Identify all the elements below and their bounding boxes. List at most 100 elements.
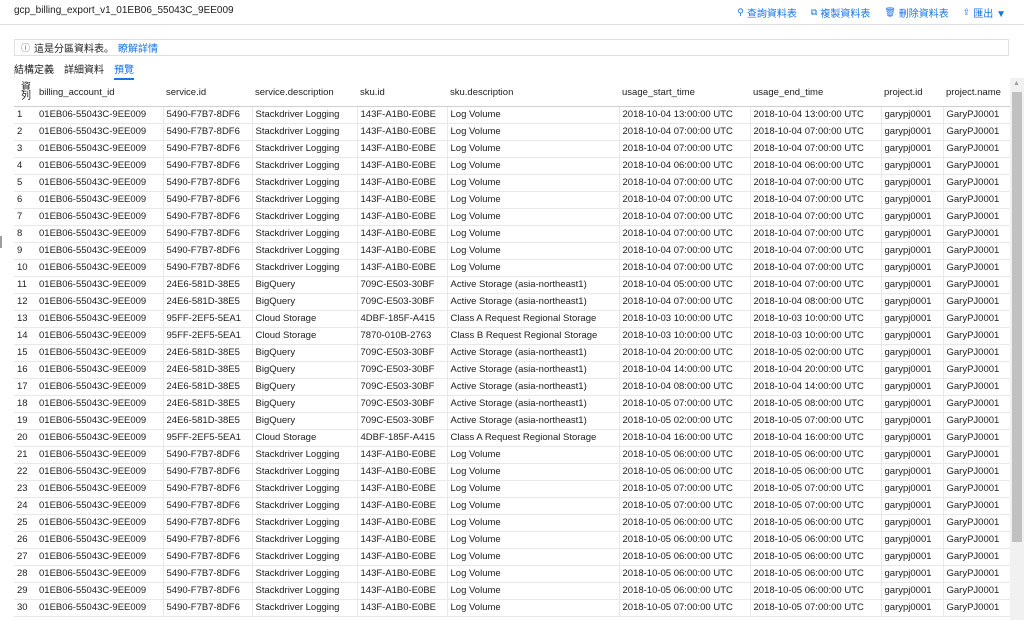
table-cell: 01EB06-55043C-9EE009 — [36, 378, 164, 396]
table-cell: 01EB06-55043C-9EE009 — [36, 191, 164, 209]
table-cell: 01EB06-55043C-9EE009 — [36, 565, 164, 583]
table-cell: 709C-E503-30BF — [357, 412, 448, 430]
table-cell: GaryPJ0001 — [943, 157, 1010, 175]
trash-icon: 🗑 — [884, 7, 896, 17]
table-cell: 2018-10-04 07:00:00 UTC — [619, 208, 751, 226]
table-cell: GaryPJ0001 — [943, 429, 1010, 447]
table-cell: 2018-10-04 07:00:00 UTC — [619, 242, 751, 260]
table-cell: 2018-10-05 07:00:00 UTC — [750, 497, 882, 515]
table-cell: 143F-A1B0-E0BE — [357, 565, 448, 583]
table-row: 13 01EB06-55043C-9EE009 95FF-2EF5-5EA1 Clou… — [14, 310, 1010, 328]
panel-resize-handle[interactable] — [0, 236, 2, 248]
preview-grid: 資列 billing_account_id service.id service.de… — [14, 78, 1010, 620]
table-cell: 5490-F7B7-8DF6 — [163, 480, 253, 498]
table-cell: 5490-F7B7-8DF6 — [163, 599, 253, 617]
query-table-button[interactable]: ⚲ 查詢資料表 — [737, 5, 797, 20]
table-cell: 01EB06-55043C-9EE009 — [36, 548, 164, 566]
row-number: 6 — [14, 191, 36, 209]
table-cell: 2018-10-04 16:00:00 UTC — [619, 429, 751, 447]
table-cell: GaryPJ0001 — [943, 293, 1010, 311]
table-cell: 24E6-581D-38E5 — [163, 378, 253, 396]
table-cell: 5490-F7B7-8DF6 — [163, 446, 253, 464]
export-button[interactable]: ⇪ 匯出 ▼ — [963, 5, 1006, 20]
table-cell: GaryPJ0001 — [943, 599, 1010, 617]
table-cell: 5490-F7B7-8DF6 — [163, 123, 253, 141]
table-cell: 2018-10-04 07:00:00 UTC — [619, 140, 751, 158]
table-cell: 5490-F7B7-8DF6 — [163, 225, 253, 243]
table-cell: BigQuery — [252, 395, 358, 413]
table-cell: Stackdriver Logging — [252, 140, 358, 158]
table-cell: Stackdriver Logging — [252, 582, 358, 600]
scrollbar-thumb[interactable] — [1012, 92, 1022, 542]
delete-table-button[interactable]: 🗑 刪除資料表 — [884, 5, 948, 20]
table-cell: garypj0001 — [881, 361, 944, 379]
table-cell: 2018-10-04 20:00:00 UTC — [619, 344, 751, 362]
table-cell: 2018-10-05 02:00:00 UTC — [619, 412, 751, 430]
row-number: 1 — [14, 106, 36, 124]
table-cell: garypj0001 — [881, 106, 944, 124]
table-cell: GaryPJ0001 — [943, 344, 1010, 362]
table-cell: garypj0001 — [881, 276, 944, 294]
row-number: 11 — [14, 276, 36, 294]
vertical-scrollbar[interactable]: ▲ — [1010, 78, 1024, 620]
table-cell: garypj0001 — [881, 446, 944, 464]
table-cell: 5490-F7B7-8DF6 — [163, 531, 253, 549]
table-row: 14 01EB06-55043C-9EE009 95FF-2EF5-5EA1 Clou… — [14, 327, 1010, 345]
table-cell: 2018-10-04 07:00:00 UTC — [619, 259, 751, 277]
column-header-usage-end-time: usage_end_time — [750, 78, 881, 107]
table-cell: GaryPJ0001 — [943, 225, 1010, 243]
table-cell: garypj0001 — [881, 497, 944, 515]
table-cell: Log Volume — [447, 140, 620, 158]
table-cell: 143F-A1B0-E0BE — [357, 463, 448, 481]
row-number: 15 — [14, 344, 36, 362]
table-cell: 143F-A1B0-E0BE — [357, 157, 448, 175]
table-cell: 24E6-581D-38E5 — [163, 395, 253, 413]
table-cell: GaryPJ0001 — [943, 191, 1010, 209]
table-cell: 01EB06-55043C-9EE009 — [36, 429, 164, 447]
table-row: 12 01EB06-55043C-9EE009 24E6-581D-38E5 BigQ… — [14, 293, 1010, 311]
table-cell: Class B Request Regional Storage — [447, 327, 620, 345]
table-cell: garypj0001 — [881, 310, 944, 328]
row-number: 18 — [14, 395, 36, 413]
table-cell: 2018-10-04 06:00:00 UTC — [619, 157, 751, 175]
table-cell: Stackdriver Logging — [252, 259, 358, 277]
table-cell: garypj0001 — [881, 344, 944, 362]
table-cell: 2018-10-05 06:00:00 UTC — [619, 531, 751, 549]
scroll-up-icon[interactable]: ▲ — [1013, 80, 1020, 87]
table-cell: 2018-10-05 07:00:00 UTC — [750, 480, 882, 498]
row-number: 10 — [14, 259, 36, 277]
table-cell: 143F-A1B0-E0BE — [357, 548, 448, 566]
preview-table: 資列 billing_account_id service.id service.de… — [14, 78, 1010, 617]
table-cell: Stackdriver Logging — [252, 242, 358, 260]
table-cell: garypj0001 — [881, 259, 944, 277]
table-cell: Class A Request Regional Storage — [447, 429, 620, 447]
table-cell: 01EB06-55043C-9EE009 — [36, 497, 164, 515]
table-cell: 143F-A1B0-E0BE — [357, 259, 448, 277]
table-cell: Log Volume — [447, 480, 620, 498]
table-cell: Stackdriver Logging — [252, 191, 358, 209]
table-cell: BigQuery — [252, 344, 358, 362]
row-number: 28 — [14, 565, 36, 583]
table-cell: 01EB06-55043C-9EE009 — [36, 242, 164, 260]
table-cell: 2018-10-04 14:00:00 UTC — [619, 361, 751, 379]
table-cell: 2018-10-05 06:00:00 UTC — [619, 565, 751, 583]
table-cell: BigQuery — [252, 293, 358, 311]
table-cell: 01EB06-55043C-9EE009 — [36, 344, 164, 362]
table-cell: 143F-A1B0-E0BE — [357, 191, 448, 209]
column-header-service-description: service.description — [252, 78, 357, 107]
table-cell: Stackdriver Logging — [252, 208, 358, 226]
table-cell: 2018-10-03 10:00:00 UTC — [619, 310, 751, 328]
table-cell: 2018-10-05 06:00:00 UTC — [750, 446, 882, 464]
table-cell: 143F-A1B0-E0BE — [357, 106, 448, 124]
table-cell: GaryPJ0001 — [943, 310, 1010, 328]
copy-table-button[interactable]: ⧉ 複製資料表 — [811, 5, 870, 20]
table-cell: Active Storage (asia-northeast1) — [447, 293, 620, 311]
table-cell: 2018-10-05 07:00:00 UTC — [619, 395, 751, 413]
learn-more-link[interactable]: 瞭解詳情 — [118, 40, 158, 55]
table-cell: garypj0001 — [881, 599, 944, 617]
row-number: 23 — [14, 480, 36, 498]
table-row: 1 01EB06-55043C-9EE009 5490-F7B7-8DF6 Stack… — [14, 106, 1010, 124]
row-number: 16 — [14, 361, 36, 379]
table-cell: GaryPJ0001 — [943, 378, 1010, 396]
table-cell: 01EB06-55043C-9EE009 — [36, 395, 164, 413]
